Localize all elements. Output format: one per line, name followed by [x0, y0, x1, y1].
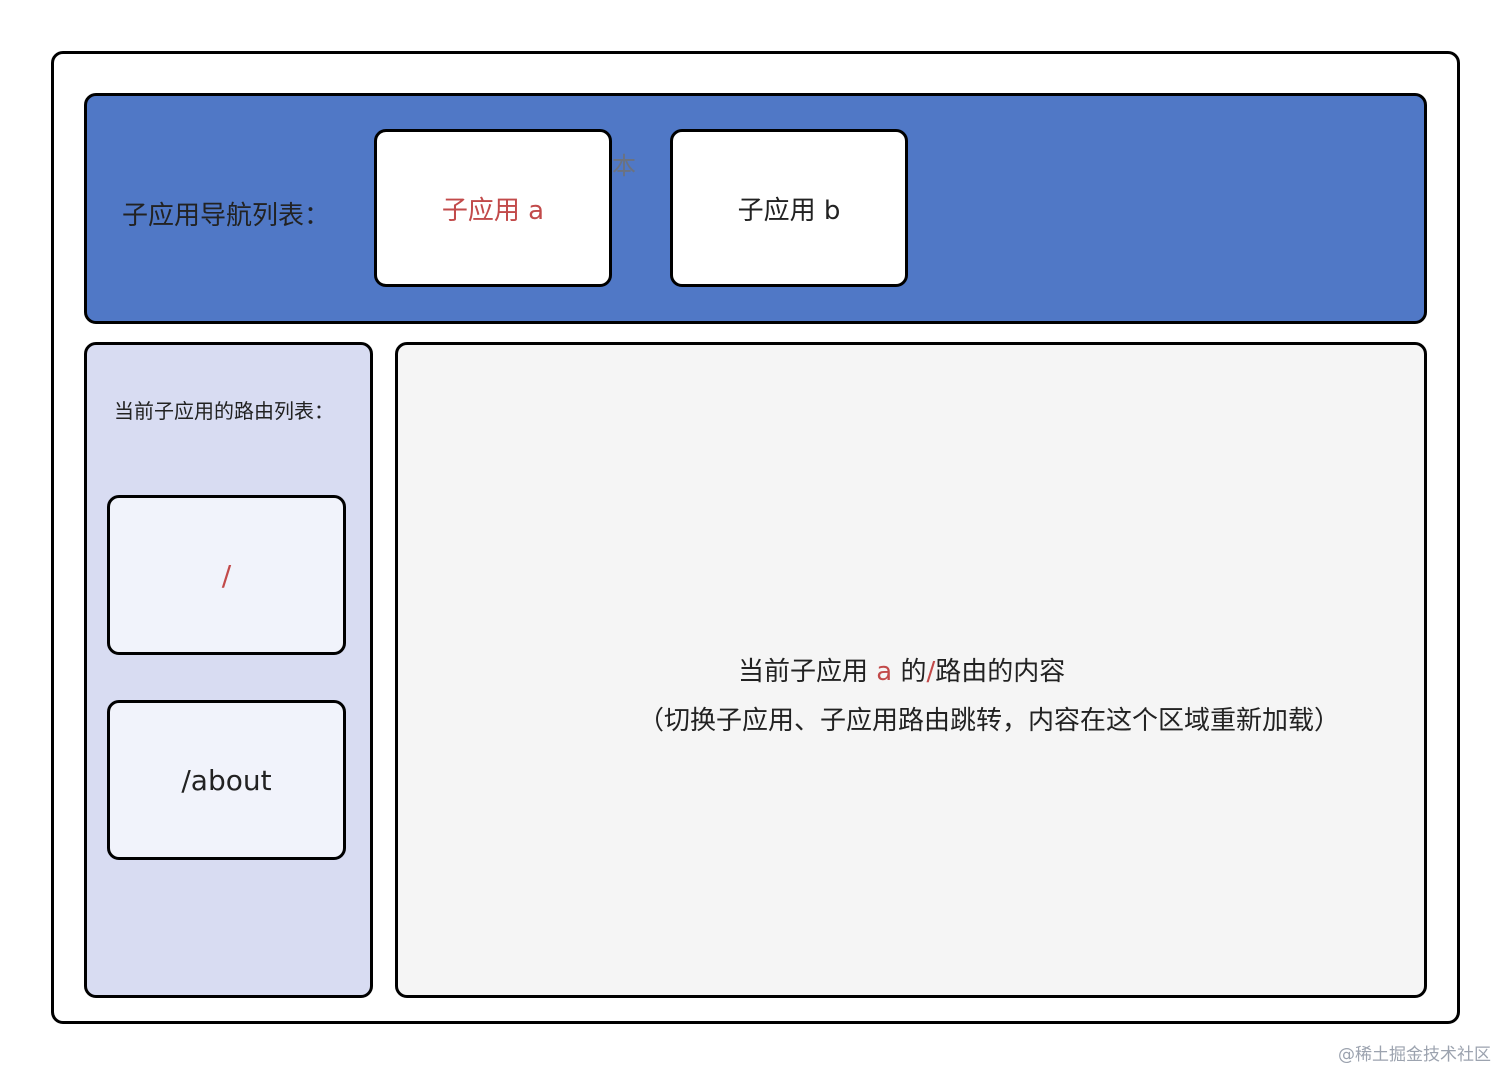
subapp-a-label-suffix: a [528, 195, 545, 226]
nav-list-label: 子应用导航列表： [122, 201, 331, 231]
content-note: （切换子应用、子应用路由跳转，内容在这个区域重新加载） [638, 706, 1341, 736]
subapp-b-label-prefix: 子应用 [737, 195, 824, 226]
content-desc-route: / [926, 657, 936, 687]
content-desc-app: a [876, 657, 893, 687]
content-description: 当前子应用 a 的/路由的内容 [738, 653, 1138, 691]
route-item-about-label: /about [181, 763, 272, 797]
watermark: @稀土掘金技术社区 [1338, 1045, 1491, 1065]
route-list-label: 当前子应用的路由列表： [114, 399, 334, 423]
content-desc-part2: 的 [892, 657, 927, 687]
subapp-b-label: 子应用 b [738, 190, 841, 227]
route-item-root-label: / [221, 558, 232, 592]
subapp-a-label: 子应用 a [442, 190, 544, 227]
stray-text-fragment: 本 [612, 152, 636, 180]
subapp-a-label-prefix: 子应用 [441, 195, 529, 226]
route-list-panel [84, 342, 373, 998]
content-desc-part3: 路由的内容 [935, 657, 1066, 687]
content-desc-part1: 当前子应用 [738, 657, 877, 687]
subapp-b-button[interactable]: 子应用 b [670, 129, 908, 287]
subapp-a-button[interactable]: 子应用 a [374, 129, 612, 287]
route-item-about[interactable]: /about [107, 700, 346, 860]
subapp-b-label-suffix: b [823, 195, 841, 226]
route-item-root[interactable]: / [107, 495, 346, 655]
